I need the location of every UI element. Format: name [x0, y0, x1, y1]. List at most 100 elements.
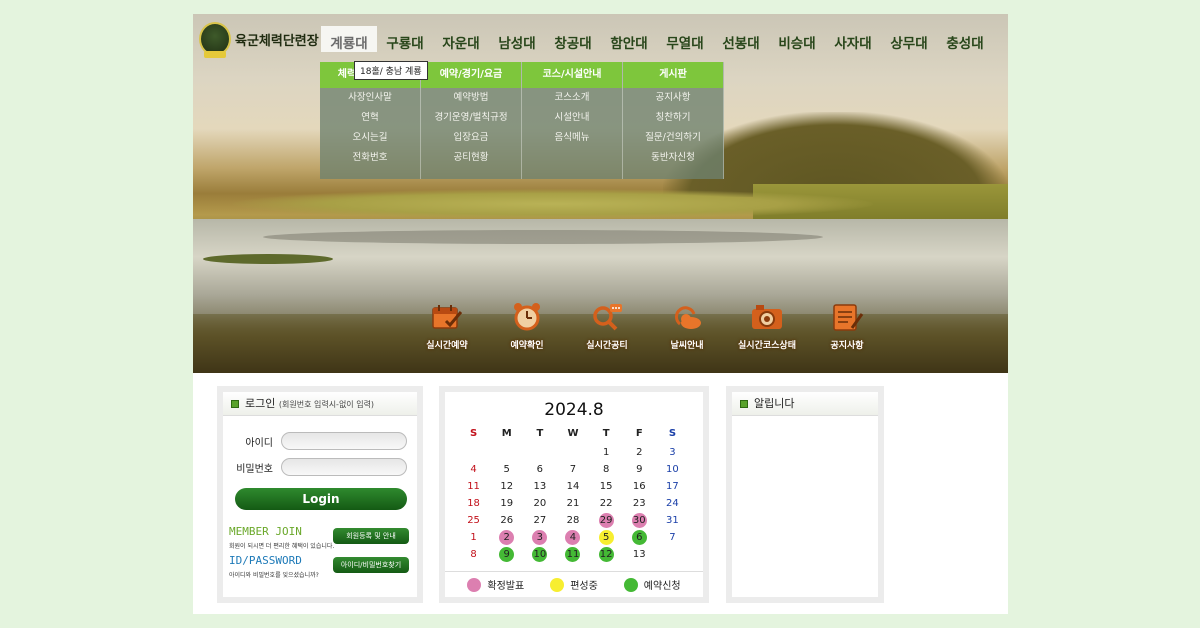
calendar-day[interactable]: 7 [656, 529, 689, 546]
calendar-day[interactable]: 1 [457, 529, 490, 546]
calendar-day-number: 4 [470, 464, 477, 475]
calendar-day[interactable]: 3 [523, 529, 556, 546]
nav-item-sangmudae[interactable]: 상무대 [881, 32, 937, 52]
calendar-day[interactable]: 23 [623, 495, 656, 512]
nav-item-biseungdae[interactable]: 비승대 [769, 32, 825, 52]
nav-item-namseongdae[interactable]: 남성대 [489, 32, 545, 52]
calendar-day[interactable]: 20 [523, 495, 556, 512]
calendar-day[interactable]: 4 [457, 461, 490, 478]
nav-item-guryongdae[interactable]: 구룡대 [377, 32, 433, 52]
dropdown-head[interactable]: 예약/경기/요금 [421, 62, 521, 88]
calendar-day[interactable]: 8 [457, 546, 490, 563]
calendar-day[interactable]: 5 [590, 529, 623, 546]
id-row: 아이디 [223, 432, 407, 450]
legend-dot-icon [550, 578, 565, 592]
quick-item-notice[interactable]: 공지사항 [807, 302, 887, 351]
dropdown-item[interactable]: 코스소개 [522, 88, 622, 108]
dropdown-item[interactable]: 공지사항 [623, 88, 723, 108]
dropdown-item[interactable]: 경기운영/벌칙규정 [421, 108, 521, 128]
calendar-day[interactable]: 24 [656, 495, 689, 512]
calendar-day[interactable]: 9 [490, 546, 523, 563]
calendar-day[interactable]: 2 [623, 444, 656, 461]
find-idpw-button[interactable]: 아이디/비밀번호찾기 [333, 557, 409, 573]
notice-title[interactable]: 알립니다 [754, 397, 794, 410]
nav-item-seonbongdae[interactable]: 선봉대 [713, 32, 769, 52]
dropdown-item[interactable]: 입장요금 [421, 128, 521, 148]
nav-item-chungseongdae[interactable]: 충성대 [937, 32, 993, 52]
nav-item-jaundae[interactable]: 자운대 [433, 32, 489, 52]
calendar-day[interactable]: 1 [590, 444, 623, 461]
nav-item-gyeryongdae[interactable]: 계룡대 [321, 26, 377, 52]
nav-item-changgongdae[interactable]: 창공대 [545, 32, 601, 52]
calendar-day-number: 4 [565, 530, 581, 545]
calendar-day-number: 1 [470, 532, 477, 543]
calendar-weekday: S [469, 428, 478, 439]
calendar-day[interactable]: 22 [590, 495, 623, 512]
calendar-day[interactable]: 17 [656, 478, 689, 495]
calendar-day[interactable]: 11 [457, 478, 490, 495]
dropdown-head[interactable]: 코스/시설안내 [522, 62, 622, 88]
calendar-day[interactable]: 19 [490, 495, 523, 512]
calendar-day[interactable]: 30 [623, 512, 656, 529]
member-join-button[interactable]: 회원등록 및 안내 [333, 528, 409, 544]
dropdown-item[interactable]: 오시는길 [320, 128, 420, 148]
calendar-day[interactable]: 9 [623, 461, 656, 478]
calendar-day[interactable]: 25 [457, 512, 490, 529]
dropdown-item[interactable]: 예약방법 [421, 88, 521, 108]
calendar-day-number: 27 [533, 515, 547, 526]
bullet-icon [740, 400, 748, 408]
quick-label: 실시간공티 [586, 341, 628, 351]
calendar-day[interactable]: 21 [556, 495, 589, 512]
calendar-day[interactable]: 3 [656, 444, 689, 461]
nav-item-hamandae[interactable]: 함안대 [601, 32, 657, 52]
calendar-day[interactable]: 8 [590, 461, 623, 478]
calendar-day[interactable]: 6 [623, 529, 656, 546]
calendar-day[interactable]: 12 [490, 478, 523, 495]
calendar-day[interactable]: 13 [523, 478, 556, 495]
calendar-day[interactable]: 11 [556, 546, 589, 563]
quick-item-realtime-reserve[interactable]: 실시간예약 [407, 302, 487, 351]
calendar-day[interactable]: 27 [523, 512, 556, 529]
dropdown-item[interactable]: 연혁 [320, 108, 420, 128]
logo-emblem-icon[interactable] [199, 22, 231, 58]
calendar-day[interactable]: 5 [490, 461, 523, 478]
dropdown-item[interactable]: 시설안내 [522, 108, 622, 128]
calendar-day[interactable]: 31 [656, 512, 689, 529]
password-input[interactable] [281, 458, 407, 476]
alarm-clock-icon [510, 302, 544, 332]
dropdown-item[interactable]: 음식메뉴 [522, 128, 622, 148]
quick-item-weather[interactable]: 날씨안내 [647, 302, 727, 351]
dropdown-item[interactable]: 동반자신청 [623, 148, 723, 168]
calendar-day[interactable]: 10 [656, 461, 689, 478]
calendar-day[interactable]: 7 [556, 461, 589, 478]
quick-item-realtime-tee[interactable]: 실시간공티 [567, 302, 647, 351]
calendar-day[interactable]: 13 [623, 546, 656, 563]
calendar-day[interactable]: 18 [457, 495, 490, 512]
calendar-day[interactable]: 14 [556, 478, 589, 495]
dropdown-head[interactable]: 게시판 [623, 62, 723, 88]
dropdown-item[interactable]: 칭찬하기 [623, 108, 723, 128]
dropdown-item[interactable]: 질문/건의하기 [623, 128, 723, 148]
calendar-day[interactable]: 6 [523, 461, 556, 478]
nav-item-sajadae[interactable]: 사자대 [825, 32, 881, 52]
calendar-day[interactable]: 29 [590, 512, 623, 529]
calendar-day[interactable]: 10 [523, 546, 556, 563]
calendar-day[interactable]: 4 [556, 529, 589, 546]
nav-item-muyeoldae[interactable]: 무열대 [657, 32, 713, 52]
dropdown-item[interactable]: 사장인사말 [320, 88, 420, 108]
calendar-day-number: 15 [599, 481, 613, 492]
dropdown-item[interactable]: 공티현황 [421, 148, 521, 168]
dropdown-item[interactable]: 전화번호 [320, 148, 420, 168]
id-input[interactable] [281, 432, 407, 450]
quick-item-course-status[interactable]: 실시간코스상태 [727, 302, 807, 351]
calendar-day[interactable]: 28 [556, 512, 589, 529]
calendar-day-number: 22 [599, 498, 613, 509]
calendar-day[interactable]: 2 [490, 529, 523, 546]
site-logo-text[interactable]: 육군체력단련장 [235, 30, 319, 49]
calendar-day[interactable]: 15 [590, 478, 623, 495]
calendar-day[interactable]: 12 [590, 546, 623, 563]
calendar-day[interactable]: 16 [623, 478, 656, 495]
quick-item-reservation-check[interactable]: 예약확인 [487, 302, 567, 351]
calendar-day[interactable]: 26 [490, 512, 523, 529]
login-button[interactable]: Login [235, 488, 407, 510]
